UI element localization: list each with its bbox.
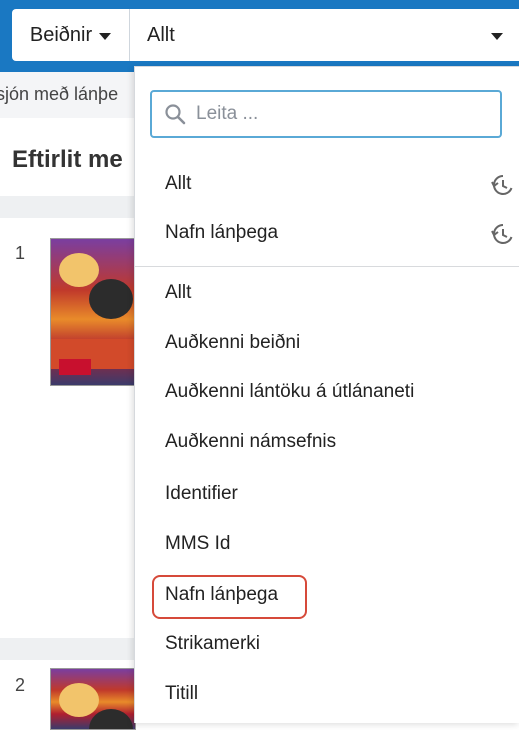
row-number: 2 [15, 675, 26, 695]
search-icon [165, 104, 186, 125]
caret-down-icon [99, 32, 112, 40]
book-cover-thumbnail[interactable] [50, 238, 136, 386]
option-request-id[interactable]: Auðkenni beiðni [165, 332, 300, 354]
scope-dropdown-button[interactable]: Beiðnir [12, 9, 130, 61]
option-title[interactable]: Titill [165, 683, 198, 705]
dropdown-filter-field[interactable] [150, 90, 502, 138]
history-icon[interactable] [490, 222, 514, 246]
search-box: Beiðnir Allt [12, 9, 519, 61]
dropdown-filter-input[interactable] [194, 102, 488, 126]
book-cover-thumbnail[interactable] [50, 668, 136, 730]
page-subtitle: sjón með lánþe [0, 84, 119, 104]
search-field-value: Allt [147, 23, 175, 46]
option-course-id[interactable]: Auðkenni námsefnis [165, 431, 336, 453]
option-all[interactable]: Allt [165, 282, 191, 304]
row-number: 1 [15, 243, 26, 263]
scope-label: Beiðnir [29, 23, 93, 46]
search-field-select[interactable]: Allt [130, 9, 519, 61]
option-mms-id[interactable]: MMS Id [165, 533, 230, 555]
top-search-bar: Beiðnir Allt [0, 0, 519, 72]
page-title: Eftirlit me [12, 146, 123, 173]
recent-option-patron-name[interactable]: Nafn lánþega [165, 222, 278, 244]
option-barcode[interactable]: Strikamerki [165, 633, 260, 655]
recent-option-all[interactable]: Allt [165, 173, 191, 195]
search-field-dropdown: Allt Nafn lánþega Allt Auðkenni beiðni A… [134, 66, 519, 723]
history-icon[interactable] [490, 173, 514, 197]
option-identifier[interactable]: Identifier [165, 483, 238, 505]
caret-down-icon [491, 33, 503, 40]
dropdown-separator [135, 266, 519, 267]
highlight-annotation [152, 575, 307, 619]
option-ill-request-id[interactable]: Auðkenni lántöku á útlánaneti [165, 381, 414, 403]
